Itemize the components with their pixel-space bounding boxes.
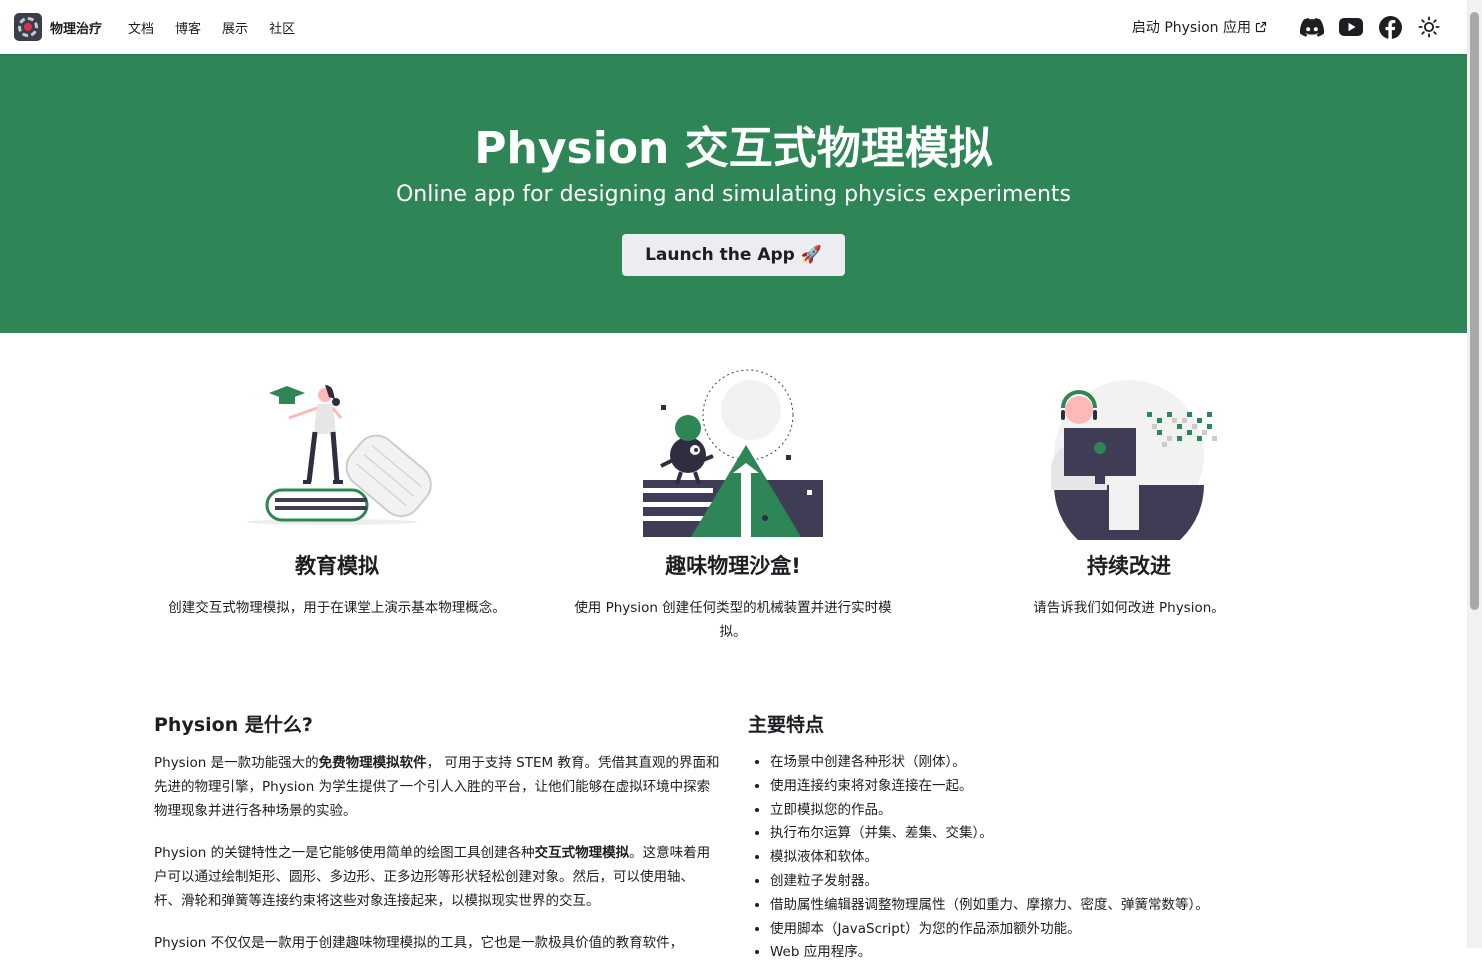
launch-app-button[interactable]: Launch the App 🚀 [622, 234, 845, 276]
feature-sandbox: 趣味物理沙盒! 使用 Physion 创建任何类型的机械装置并进行实时模拟。 [533, 360, 933, 644]
facebook-icon[interactable] [1378, 15, 1402, 39]
nav-link-showcase[interactable]: 展示 [222, 18, 248, 37]
what-is-section: Physion 是什么? Physion 是一款功能强大的免费物理模拟软件， 可… [154, 710, 720, 955]
improvement-illustration-icon [1051, 380, 1217, 540]
key-features-list: 在场景中创建各种形状（刚体）。 使用连接约束将对象连接在一起。 立即模拟您的作品… [748, 751, 1308, 965]
sandbox-illustration-icon [643, 369, 823, 537]
external-link-icon [1255, 21, 1267, 33]
paragraph-bold: 交互式物理模拟 [534, 845, 630, 861]
nav-right: 启动 Physion 应用 [1132, 15, 1441, 39]
feature-description: 创建交互式物理模拟，用于在课堂上演示基本物理概念。 [168, 600, 506, 616]
navbar: 物理治疗 文档 博客 展示 社区 启动 Physion 应用 [0, 0, 1467, 54]
brand-logo-icon [14, 13, 42, 41]
hero-subtitle: Online app for designing and simulating … [395, 182, 1072, 207]
list-item: 使用脚本（JavaScript）为您的作品添加额外功能。 [770, 918, 1308, 942]
list-item: 立即模拟您的作品。 [770, 799, 1308, 823]
what-is-heading: Physion 是什么? [154, 714, 313, 736]
education-illustration-icon [247, 384, 432, 525]
youtube-icon[interactable] [1339, 15, 1363, 39]
list-item: 模拟液体和软体。 [770, 846, 1308, 870]
what-is-paragraph-1: Physion 是一款功能强大的免费物理模拟软件， 可用于支持 STEM 教育。… [154, 751, 720, 823]
feature-improvement: 持续改进 请告诉我们如何改进 Physion。 [929, 360, 1329, 620]
hero-title: Physion 交互式物理模拟 [474, 123, 993, 174]
nav-link-community[interactable]: 社区 [269, 18, 295, 37]
feature-description: 使用 Physion 创建任何类型的机械装置并进行实时模拟。 [574, 600, 892, 640]
scrollbar-thumb[interactable] [1470, 12, 1479, 610]
feature-title: 教育模拟 [295, 554, 379, 578]
theme-toggle-icon[interactable] [1417, 15, 1441, 39]
feature-title: 趣味物理沙盒! [665, 554, 801, 578]
key-features-heading: 主要特点 [748, 714, 825, 736]
paragraph-text: Physion 的关键特性之一是它能够使用简单的绘图工具创建各种 [154, 845, 535, 861]
launch-app-link[interactable]: 启动 Physion 应用 [1132, 17, 1267, 37]
paragraph-bold: 免费物理模拟软件 [318, 755, 427, 771]
paragraph-text: Physion 是一款功能强大的 [154, 755, 319, 771]
list-item: 在场景中创建各种形状（刚体）。 [770, 751, 1308, 775]
discord-icon[interactable] [1300, 15, 1324, 39]
nav-link-blog[interactable]: 博客 [175, 18, 201, 37]
nav-link-docs[interactable]: 文档 [128, 18, 154, 37]
list-item: 使用连接约束将对象连接在一起。 [770, 775, 1308, 799]
list-item: 创建粒子发射器。 [770, 870, 1308, 894]
nav-links: 文档 博客 展示 社区 [128, 18, 316, 37]
feature-title: 持续改进 [1087, 554, 1171, 578]
feature-description: 请告诉我们如何改进 Physion。 [1033, 600, 1225, 616]
list-item: 借助属性编辑器调整物理属性（例如重力、摩擦力、密度、弹簧常数等）。 [770, 894, 1308, 918]
launch-app-link-label: 启动 Physion 应用 [1131, 20, 1251, 36]
brand-link[interactable]: 物理治疗 [14, 13, 102, 41]
list-item: 执行布尔运算（并集、差集、交集）。 [770, 822, 1308, 846]
what-is-paragraph-2: Physion 的关键特性之一是它能够使用简单的绘图工具创建各种交互式物理模拟。… [154, 841, 720, 913]
what-is-paragraph-3: Physion 不仅仅是一款用于创建趣味物理模拟的工具，它也是一款极具价值的教育… [154, 935, 684, 951]
brand-title: 物理治疗 [50, 21, 103, 37]
feature-education: 教育模拟 创建交互式物理模拟，用于在课堂上演示基本物理概念。 [137, 360, 537, 620]
key-features-section: 主要特点 在场景中创建各种形状（刚体）。 使用连接约束将对象连接在一起。 立即模… [748, 710, 1308, 965]
page-scrollbar[interactable] [1467, 0, 1482, 948]
list-item: Web 应用程序。 [770, 941, 1308, 965]
hero-banner: Physion 交互式物理模拟 Online app for designing… [0, 54, 1467, 333]
